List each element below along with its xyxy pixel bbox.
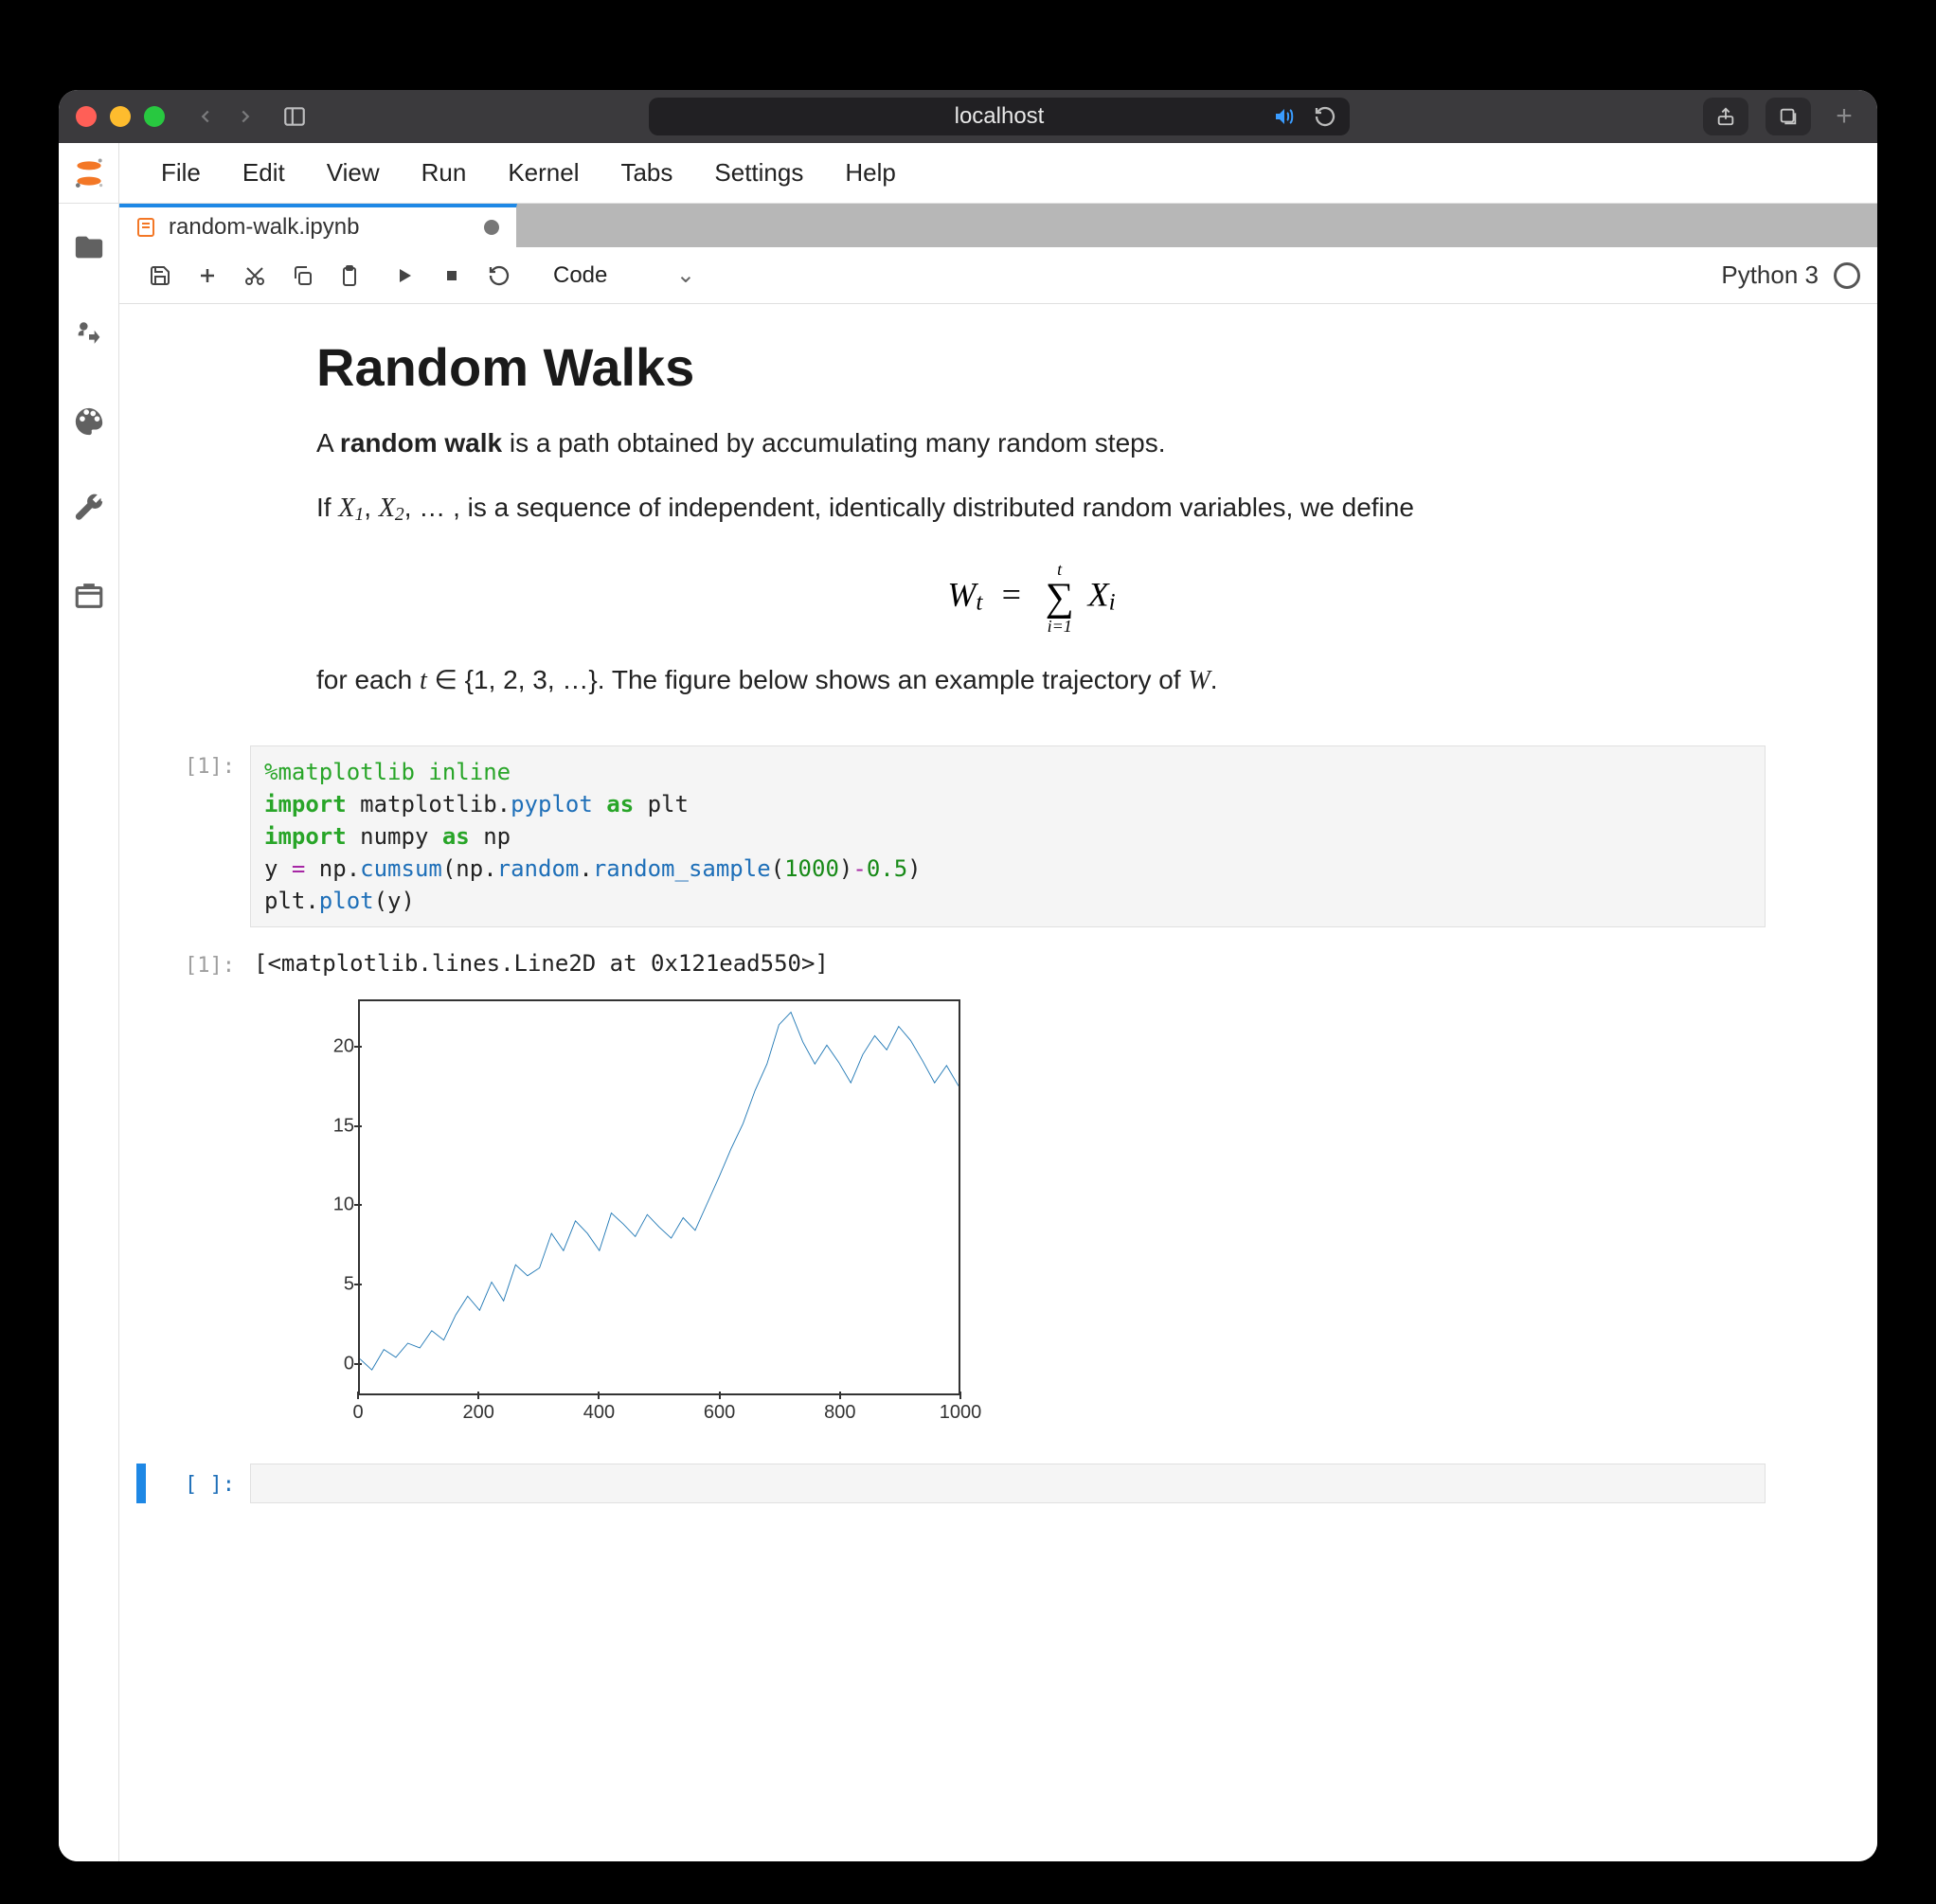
plot-output: 0510152002004006008001000 — [292, 986, 974, 1441]
menu-bar: File Edit View Run Kernel Tabs Settings … — [119, 143, 1877, 204]
restart-kernel-button[interactable] — [475, 252, 523, 299]
plot-ytick: 15 — [292, 1115, 354, 1137]
chevron-down-icon: ⌄ — [676, 261, 695, 289]
cut-cell-button[interactable] — [231, 252, 278, 299]
minimize-window-button[interactable] — [110, 106, 131, 127]
in-prompt: [1]: — [136, 745, 250, 927]
audio-icon[interactable] — [1272, 105, 1295, 128]
code-input[interactable] — [250, 1464, 1766, 1503]
plot-ytick: 10 — [292, 1194, 354, 1216]
out-prompt: [1]: — [136, 944, 250, 1441]
plot-xtick: 600 — [704, 1402, 735, 1424]
palette-icon[interactable] — [59, 378, 119, 465]
unsaved-changes-dot — [484, 220, 499, 235]
kernel-status-idle-icon[interactable] — [1834, 262, 1860, 289]
titlebar: localhost + — [59, 90, 1877, 143]
close-window-button[interactable] — [76, 106, 97, 127]
plot-xtick: 800 — [824, 1402, 855, 1424]
menu-settings[interactable]: Settings — [697, 158, 820, 188]
insert-cell-button[interactable] — [184, 252, 231, 299]
menu-tabs[interactable]: Tabs — [603, 158, 690, 188]
menu-run[interactable]: Run — [404, 158, 484, 188]
plot-xtick: 400 — [583, 1402, 615, 1424]
output-cell: [1]: [<matplotlib.lines.Line2D at 0x121e… — [136, 944, 1766, 1441]
active-cell-indicator — [136, 1464, 146, 1503]
reload-icon[interactable] — [1314, 105, 1336, 128]
share-button[interactable] — [1703, 98, 1748, 135]
paragraph: A random walk is a path obtained by accu… — [316, 424, 1747, 462]
tab-notebook[interactable]: random-walk.ipynb — [119, 204, 517, 247]
output-area: [<matplotlib.lines.Line2D at 0x121ead550… — [250, 944, 1766, 1441]
code-cell[interactable]: [1]: %matplotlib inline import matplotli… — [136, 745, 1766, 927]
in-prompt: [ ]: — [153, 1464, 250, 1503]
paragraph: If X1, X2, … , is a sequence of independ… — [316, 489, 1747, 534]
plot-ytick: 5 — [292, 1273, 354, 1295]
wrench-icon[interactable] — [59, 465, 119, 552]
new-tab-button[interactable]: + — [1828, 100, 1860, 133]
save-button[interactable] — [136, 252, 184, 299]
run-cell-button[interactable] — [381, 252, 428, 299]
forward-button[interactable] — [225, 97, 265, 136]
paste-cell-button[interactable] — [326, 252, 373, 299]
plot-xtick: 1000 — [940, 1402, 982, 1424]
url-text: localhost — [955, 103, 1045, 130]
heading: Random Walks — [316, 336, 1747, 398]
tabs-icon[interactable] — [59, 552, 119, 639]
browser-window: localhost + — [59, 90, 1877, 1861]
sidebar-toggle-icon[interactable] — [275, 97, 314, 136]
app-content: File Edit View Run Kernel Tabs Settings … — [59, 143, 1877, 1861]
plot-ytick: 20 — [292, 1036, 354, 1058]
notebook-scroll[interactable]: Random Walks A random walk is a path obt… — [119, 304, 1877, 1861]
cell-type-dropdown[interactable]: Code ⌄ — [544, 257, 705, 295]
plot-axes — [358, 999, 960, 1395]
interrupt-kernel-button[interactable] — [428, 252, 475, 299]
output-repr: [<matplotlib.lines.Line2D at 0x121ead550… — [254, 950, 1766, 977]
notebook-toolbar: Code ⌄ Python 3 — [119, 247, 1877, 304]
fullscreen-window-button[interactable] — [144, 106, 165, 127]
back-button[interactable] — [186, 97, 225, 136]
kernel-name[interactable]: Python 3 — [1721, 260, 1819, 290]
copy-cell-button[interactable] — [278, 252, 326, 299]
plot-line — [360, 1001, 959, 1393]
markdown-cell[interactable]: Random Walks A random walk is a path obt… — [136, 336, 1747, 745]
menu-file[interactable]: File — [144, 158, 218, 188]
code-cell-active[interactable]: [ ]: — [136, 1464, 1766, 1503]
notebook-icon — [134, 216, 157, 239]
tab-bar: random-walk.ipynb — [119, 204, 1877, 247]
main-area: File Edit View Run Kernel Tabs Settings … — [119, 143, 1877, 1861]
paragraph: for each t ∈ {1, 2, 3, …}. The figure be… — [316, 661, 1747, 700]
tab-filename: random-walk.ipynb — [169, 214, 359, 241]
tabs-overview-button[interactable] — [1766, 98, 1811, 135]
jupyter-sidebar — [59, 143, 119, 1861]
equation: Wt = t∑i=1 Xi — [316, 561, 1747, 635]
menu-view[interactable]: View — [310, 158, 397, 188]
plot-xtick: 0 — [352, 1402, 363, 1424]
cell-type-value: Code — [553, 262, 607, 289]
running-sessions-icon[interactable] — [59, 291, 119, 378]
plot-ytick: 0 — [292, 1353, 354, 1374]
plot-xtick: 200 — [463, 1402, 494, 1424]
code-input[interactable]: %matplotlib inline import matplotlib.pyp… — [250, 745, 1766, 927]
menu-edit[interactable]: Edit — [225, 158, 302, 188]
url-bar[interactable]: localhost — [649, 98, 1350, 135]
file-browser-icon[interactable] — [59, 204, 119, 291]
menu-help[interactable]: Help — [828, 158, 912, 188]
traffic-lights — [76, 106, 165, 127]
menu-kernel[interactable]: Kernel — [491, 158, 596, 188]
jupyter-logo[interactable] — [59, 143, 119, 204]
